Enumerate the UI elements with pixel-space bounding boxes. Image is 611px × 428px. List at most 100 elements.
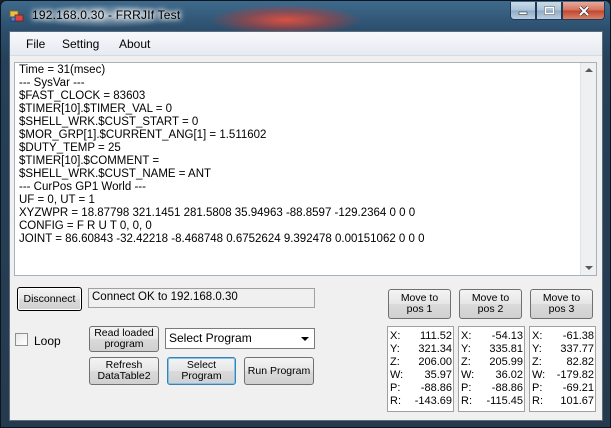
- axis-label: P:: [390, 382, 401, 394]
- loop-checkbox[interactable]: [15, 333, 28, 346]
- pos-value: 36.02: [495, 369, 523, 381]
- pos-row-y: Y: 335.81: [461, 343, 523, 355]
- position-box-1: X: 111.52 Y: 321.34 Z: 206.00 W: 35.97 P: -88…: [387, 326, 454, 412]
- pos-value: 321.34: [418, 343, 452, 355]
- disconnect-button[interactable]: Disconnect: [17, 287, 82, 311]
- axis-label: Y:: [461, 343, 471, 355]
- log-line: --- CurPos GP1 World ---: [19, 181, 146, 193]
- app-icon[interactable]: [9, 8, 25, 24]
- menu-file[interactable]: File: [26, 37, 45, 51]
- connection-status: Connect OK to 192.168.0.30: [88, 288, 315, 308]
- window-title: 192.168.0.30 - FRRJIf Test: [32, 8, 181, 22]
- output-log[interactable]: Time = 31(msec) --- SysVar --- $FAST_CLO…: [14, 62, 597, 276]
- pos-value: -179.82: [556, 369, 594, 381]
- chevron-down-icon: [301, 337, 309, 341]
- loop-label[interactable]: Loop: [34, 334, 61, 348]
- axis-label: P:: [461, 382, 472, 394]
- pos-row-p: P: -88.86: [390, 382, 452, 394]
- pos-row-x: X: -61.38: [532, 330, 594, 342]
- pos-row-r: R: -115.45: [461, 395, 523, 407]
- pos-row-w: W: 36.02: [461, 369, 523, 381]
- title-bar[interactable]: 192.168.0.30 - FRRJIf Test: [1, 1, 610, 35]
- scroll-up-icon[interactable]: [585, 68, 593, 72]
- move-to-pos3-button[interactable]: Move to pos 3: [530, 289, 593, 319]
- axis-label: R:: [532, 395, 543, 407]
- axis-label: Y:: [532, 343, 542, 355]
- menu-about[interactable]: About: [119, 37, 150, 51]
- pos-row-z: Z: 82.82: [532, 356, 594, 368]
- axis-label: W:: [532, 369, 546, 381]
- pos-row-p: P: -88.86: [461, 382, 523, 394]
- axis-label: W:: [390, 369, 404, 381]
- window-controls: [510, 2, 605, 20]
- pos-value: 101.67: [560, 395, 594, 407]
- program-select-value: Select Program: [169, 331, 252, 345]
- menu-bar: File Setting About: [10, 32, 602, 56]
- log-line: CONFIG = F R U T 0, 0, 0: [19, 220, 152, 232]
- log-line: $SHELL_WRK.$CUST_START = 0: [19, 116, 199, 128]
- pos-row-y: Y: 337.77: [532, 343, 594, 355]
- maximize-icon: [543, 6, 555, 15]
- move-to-pos1-button[interactable]: Move to pos 1: [388, 289, 451, 319]
- pos-row-w: W: 35.97: [390, 369, 452, 381]
- menu-setting[interactable]: Setting: [62, 37, 99, 51]
- log-line: XYZWPR = 18.87798 321.1451 281.5808 35.9…: [19, 207, 416, 219]
- pos-row-r: R: 101.67: [532, 395, 594, 407]
- pos-row-z: Z: 206.00: [390, 356, 452, 368]
- pos-value: -54.13: [491, 330, 523, 342]
- pos-row-y: Y: 321.34: [390, 343, 452, 355]
- minimize-button[interactable]: [510, 2, 536, 20]
- position-box-3: X: -61.38 Y: 337.77 Z: 82.82 W: -179.82 P: -6…: [529, 326, 596, 412]
- axis-label: Z:: [390, 356, 400, 368]
- read-loaded-program-button[interactable]: Read loaded program: [89, 326, 159, 352]
- close-button[interactable]: [562, 2, 605, 20]
- axis-label: Z:: [532, 356, 542, 368]
- pos-value: -88.86: [491, 382, 523, 394]
- log-line: Time = 31(msec): [19, 64, 106, 76]
- axis-label: X:: [532, 330, 543, 342]
- move-to-pos2-button[interactable]: Move to pos 2: [459, 289, 522, 319]
- pos-value: 337.77: [560, 343, 594, 355]
- refresh-datatable-button[interactable]: Refresh DataTable2: [89, 357, 159, 385]
- pos-row-w: W: -179.82: [532, 369, 594, 381]
- axis-label: Z:: [461, 356, 471, 368]
- pos-value: 111.52: [419, 330, 452, 342]
- client-area: File Setting About Time = 31(msec) --- S…: [9, 31, 603, 421]
- pos-value: 206.00: [418, 356, 452, 368]
- pos-value: 205.99: [489, 356, 523, 368]
- program-select[interactable]: Select Program: [165, 328, 315, 349]
- log-line: --- SysVar ---: [19, 77, 85, 89]
- pos-row-p: P: -69.21: [532, 382, 594, 394]
- pos-value: -115.45: [486, 395, 524, 407]
- minimize-icon: [518, 11, 528, 15]
- run-program-button[interactable]: Run Program: [244, 357, 314, 385]
- position-box-2: X: -54.13 Y: 335.81 Z: 205.99 W: 36.02 P: -88…: [458, 326, 525, 412]
- axis-label: W:: [461, 369, 475, 381]
- close-icon: [578, 5, 589, 16]
- pos-value: -61.38: [562, 330, 594, 342]
- axis-label: R:: [461, 395, 472, 407]
- pos-value: -143.69: [414, 395, 452, 407]
- pos-row-r: R: -143.69: [390, 395, 452, 407]
- maximize-button[interactable]: [536, 2, 562, 20]
- pos-value: 335.81: [489, 343, 523, 355]
- pos-row-x: X: 111.52: [390, 330, 452, 342]
- axis-label: X:: [390, 330, 401, 342]
- axis-label: Y:: [390, 343, 400, 355]
- log-line: $TIMER[10].$TIMER_VAL = 0: [19, 103, 173, 115]
- log-line: $SHELL_WRK.$CUST_NAME = ANT: [19, 168, 212, 180]
- pos-row-x: X: -54.13: [461, 330, 523, 342]
- axis-label: R:: [390, 395, 401, 407]
- axis-label: X:: [461, 330, 472, 342]
- log-line: $DUTY_TEMP = 25: [19, 142, 121, 154]
- select-program-button[interactable]: Select Program: [167, 357, 236, 385]
- pos-value: -88.86: [420, 382, 452, 394]
- log-line: UF = 0, UT = 1: [19, 194, 95, 206]
- pos-value: -69.21: [562, 382, 594, 394]
- pos-value: 35.97: [424, 369, 452, 381]
- log-scrollbar[interactable]: [580, 63, 596, 275]
- log-line: $TIMER[10].$COMMENT =: [19, 155, 160, 167]
- scroll-down-icon[interactable]: [585, 266, 593, 270]
- log-line: $MOR_GRP[1].$CURRENT_ANG[1] = 1.511602: [19, 129, 267, 141]
- log-line: JOINT = 86.60843 -32.42218 -8.468748 0.6…: [19, 233, 425, 245]
